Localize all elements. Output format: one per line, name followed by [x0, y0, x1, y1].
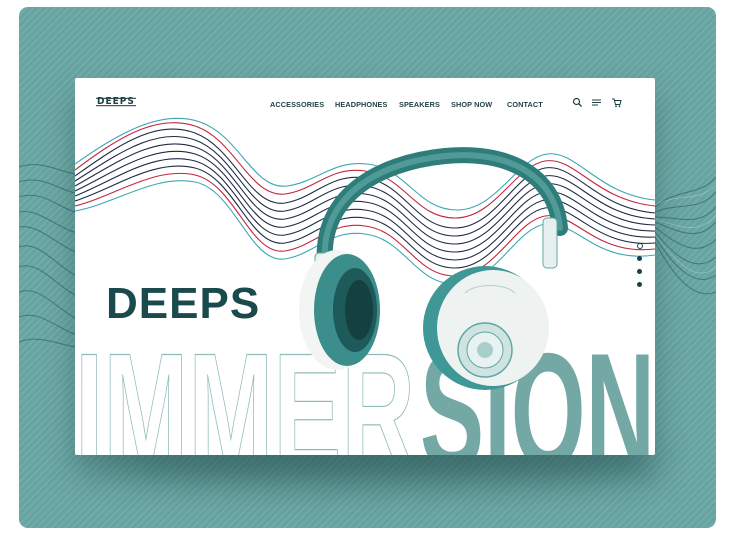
slider-dot-3[interactable]: [637, 269, 642, 274]
slider-dot-4[interactable]: [637, 282, 642, 287]
slider-dot-2[interactable]: [637, 256, 642, 261]
page-background: DEEPS ACCESSORIES HEADPHONES SPEAKERS SH…: [19, 7, 716, 528]
headphones-image: [299, 147, 568, 390]
slider-pagination: [637, 243, 645, 291]
website-card: DEEPS ACCESSORIES HEADPHONES SPEAKERS SH…: [75, 78, 655, 455]
slider-dot-1[interactable]: [637, 243, 643, 249]
